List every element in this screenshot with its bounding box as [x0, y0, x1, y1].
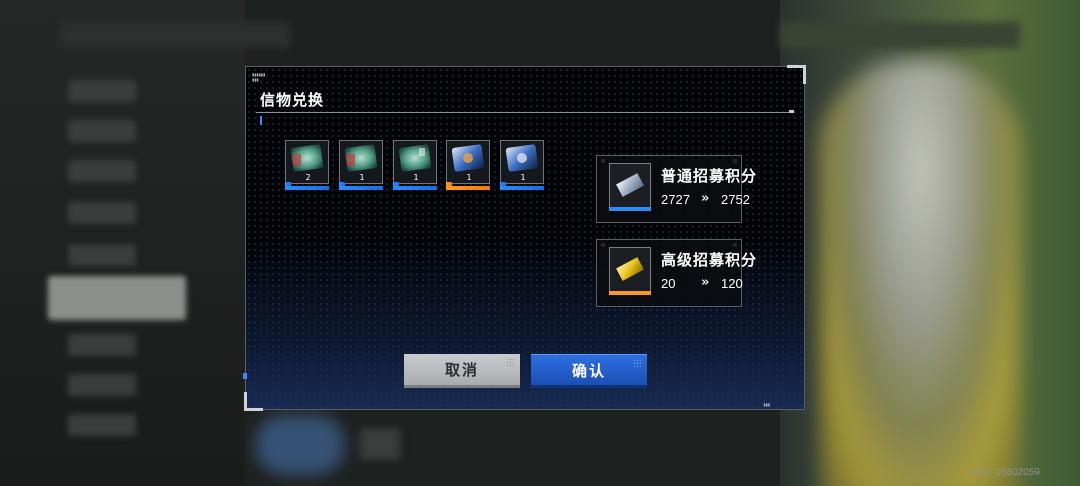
- double-chevron-right-icon: »: [701, 275, 710, 290]
- section-marker: [260, 116, 282, 125]
- rarity-stripe-blue: [285, 182, 329, 190]
- blue-token-icon: [451, 144, 485, 172]
- item-quantity: 1: [466, 173, 472, 182]
- rarity-stripe-orange: [446, 182, 490, 190]
- item-quantity: 1: [359, 173, 365, 182]
- senior-points-name: 高级招募积分: [661, 251, 758, 269]
- normal-points-after: 2752: [721, 192, 750, 207]
- rarity-stripe-blue: [339, 182, 383, 190]
- item-frame: 1: [393, 140, 437, 184]
- card-decoration: [733, 159, 737, 163]
- cancel-button[interactable]: 取消: [404, 354, 520, 388]
- background-top-icons: [60, 22, 290, 48]
- rarity-stripe-orange: [609, 291, 651, 295]
- normal-recruit-points-card: 普通招募积分 2727 » 2752: [596, 155, 756, 223]
- token-item[interactable]: 1: [446, 140, 490, 190]
- corner-decoration: [244, 392, 263, 411]
- item-frame: 1: [500, 140, 544, 184]
- card-decoration: [733, 243, 737, 247]
- corner-decoration: [787, 65, 806, 84]
- senior-recruit-points-card: 高级招募积分 20 » 120: [596, 239, 756, 307]
- footer-decoration: ▮▮▮: [763, 402, 770, 407]
- background-menu-item: [68, 334, 136, 356]
- normal-points-name: 普通招募积分: [661, 167, 758, 185]
- rarity-stripe-blue: [500, 182, 544, 190]
- green-token-icon: [398, 144, 432, 172]
- item-frame: 1: [339, 140, 383, 184]
- card-decoration: [601, 243, 605, 247]
- senior-points-current: 20: [661, 276, 676, 291]
- senior-points-after: 120: [721, 276, 743, 291]
- title-divider-end: [789, 110, 794, 113]
- background-menu-item: [68, 414, 136, 436]
- green-token-icon: [344, 144, 378, 172]
- rarity-stripe-blue: [393, 182, 437, 190]
- gold-ticket-art: [616, 257, 644, 281]
- uid-label: UID: 16802059: [972, 467, 1040, 478]
- blue-token-icon: [505, 144, 539, 172]
- background-character: [820, 60, 1020, 486]
- rarity-stripe-blue: [609, 207, 651, 211]
- confirm-button-label: 确认: [571, 362, 606, 380]
- cancel-button-label: 取消: [444, 361, 479, 379]
- background-top-resources: [780, 22, 1020, 48]
- background-menu-item-selected: [48, 276, 186, 320]
- confirm-button[interactable]: 确认: [531, 354, 647, 388]
- token-item[interactable]: 1: [339, 140, 383, 190]
- background-menu-item: [68, 244, 136, 266]
- token-item[interactable]: 1: [500, 140, 544, 190]
- dialog-title: 信物兑换: [260, 91, 325, 109]
- green-token-icon: [290, 144, 324, 172]
- exchange-dialog: ▮▮▮▮▮▮ ▮▮▮ ▮▮▮ 信物兑换 2 1 1 1 1 普通招募积分 272…: [243, 65, 806, 411]
- item-frame: 2: [285, 140, 329, 184]
- background-menu-item: [68, 120, 136, 142]
- grip-icon: [506, 358, 514, 366]
- background-menu-item: [68, 374, 136, 396]
- title-divider: [256, 112, 794, 113]
- item-frame: 1: [446, 140, 490, 184]
- grip-icon: [633, 359, 641, 367]
- silver-ticket-icon: [609, 163, 651, 211]
- card-decoration: [601, 159, 605, 163]
- background-bottom-icon: [360, 428, 400, 460]
- background-sidebar: [0, 0, 245, 486]
- gold-ticket-icon: [609, 247, 651, 295]
- side-marker: [243, 373, 247, 379]
- background-menu-item: [68, 160, 136, 182]
- background-bottom-button: [255, 415, 345, 475]
- item-quantity: 1: [413, 173, 419, 182]
- header-decoration: ▮▮▮▮▮▮ ▮▮▮: [252, 72, 266, 82]
- double-chevron-right-icon: »: [701, 191, 710, 206]
- token-item[interactable]: 1: [393, 140, 437, 190]
- silver-ticket-art: [616, 173, 644, 197]
- token-item[interactable]: 2: [285, 140, 329, 190]
- item-quantity: 1: [520, 173, 526, 182]
- background-menu-item: [68, 80, 136, 102]
- item-quantity: 2: [305, 173, 311, 182]
- normal-points-current: 2727: [661, 192, 690, 207]
- background-menu-item: [68, 202, 136, 224]
